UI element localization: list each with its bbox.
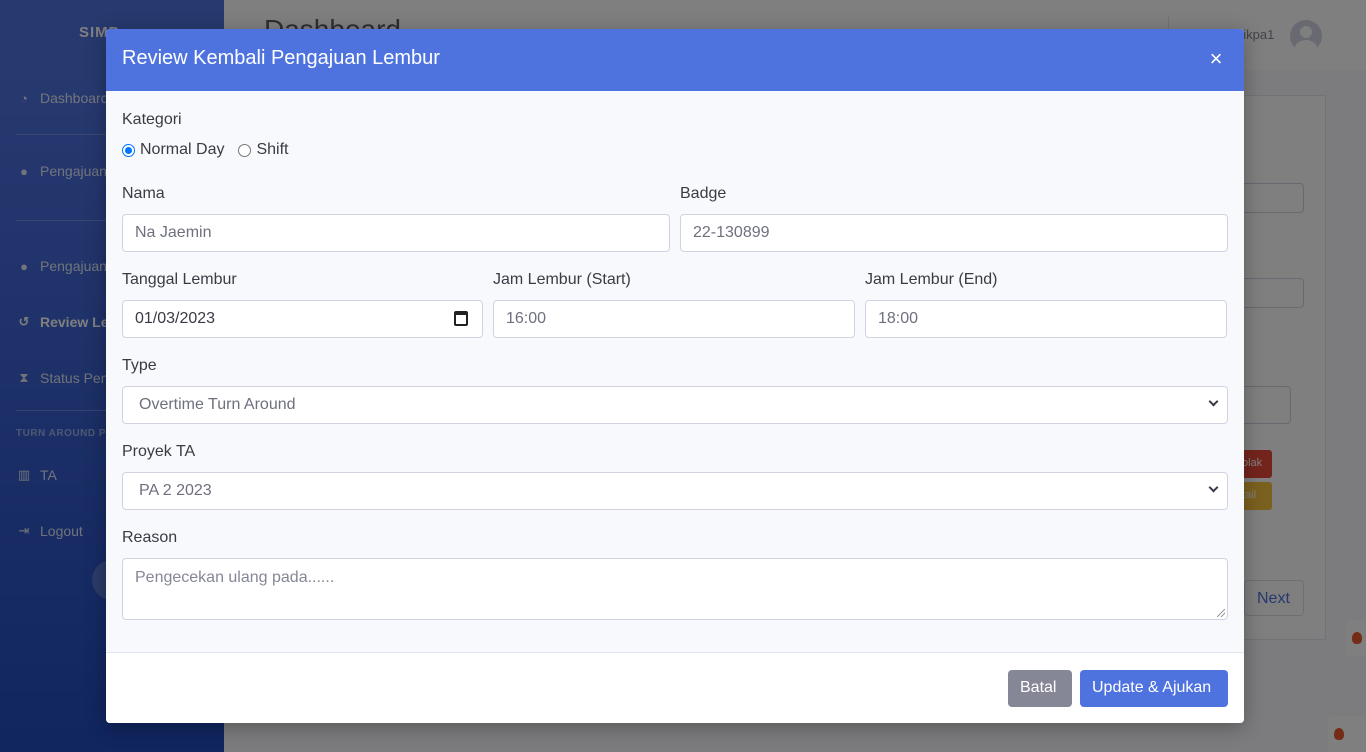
badge-field[interactable]: 22-130899 xyxy=(680,214,1228,252)
proyek-ta-label: Proyek TA xyxy=(122,443,196,460)
reason-placeholder: Pengecekan ulang pada...... xyxy=(135,569,335,586)
reason-label: Reason xyxy=(122,529,178,546)
modal-title: Review Kembali Pengajuan Lembur xyxy=(122,47,440,69)
modal-header: Review Kembali Pengajuan Lembur × xyxy=(106,29,1244,91)
kategori-label: Kategori xyxy=(122,111,182,128)
modal-footer: Batal Update & Ajukan xyxy=(106,652,1244,723)
type-select[interactable]: Overtime Turn Around xyxy=(122,386,1228,424)
update-submit-button[interactable]: Update & Ajukan xyxy=(1080,670,1228,707)
jam-start-field[interactable]: 16:00 xyxy=(493,300,855,338)
type-label: Type xyxy=(122,357,157,374)
tanggal-lembur-label: Tanggal Lembur xyxy=(122,271,237,288)
type-select-value: Overtime Turn Around xyxy=(139,396,296,413)
jam-end-field[interactable]: 18:00 xyxy=(865,300,1227,338)
radio-normal-day-label[interactable]: Normal Day xyxy=(140,141,224,159)
tanggal-lembur-field[interactable]: 01/03/2023 xyxy=(122,300,483,338)
modal-body: Kategori Normal Day Shift Nama Na Jaemin… xyxy=(106,91,1244,652)
nama-label: Nama xyxy=(122,185,165,202)
chevron-down-icon xyxy=(1197,387,1227,423)
kategori-radio-group: Normal Day Shift xyxy=(122,141,302,159)
radio-normal-day[interactable] xyxy=(122,143,135,157)
jam-start-label: Jam Lembur (Start) xyxy=(493,271,631,288)
tanggal-lembur-value: 01/03/2023 xyxy=(135,310,216,327)
resize-handle-icon[interactable] xyxy=(1217,609,1225,617)
jam-end-label: Jam Lembur (End) xyxy=(865,271,998,288)
close-icon[interactable]: × xyxy=(1204,45,1228,73)
proyek-ta-select-value: PA 2 2023 xyxy=(139,482,212,499)
cancel-button[interactable]: Batal xyxy=(1008,670,1072,707)
radio-shift-label[interactable]: Shift xyxy=(256,141,288,159)
badge-label: Badge xyxy=(680,185,727,202)
review-lembur-modal: Review Kembali Pengajuan Lembur × Katego… xyxy=(106,29,1244,723)
proyek-ta-select[interactable]: PA 2 2023 xyxy=(122,472,1228,510)
nama-field[interactable]: Na Jaemin xyxy=(122,214,670,252)
radio-shift[interactable] xyxy=(238,143,252,157)
calendar-icon[interactable] xyxy=(454,311,468,326)
reason-textarea[interactable]: Pengecekan ulang pada...... xyxy=(122,558,1228,620)
chevron-down-icon xyxy=(1197,473,1227,509)
